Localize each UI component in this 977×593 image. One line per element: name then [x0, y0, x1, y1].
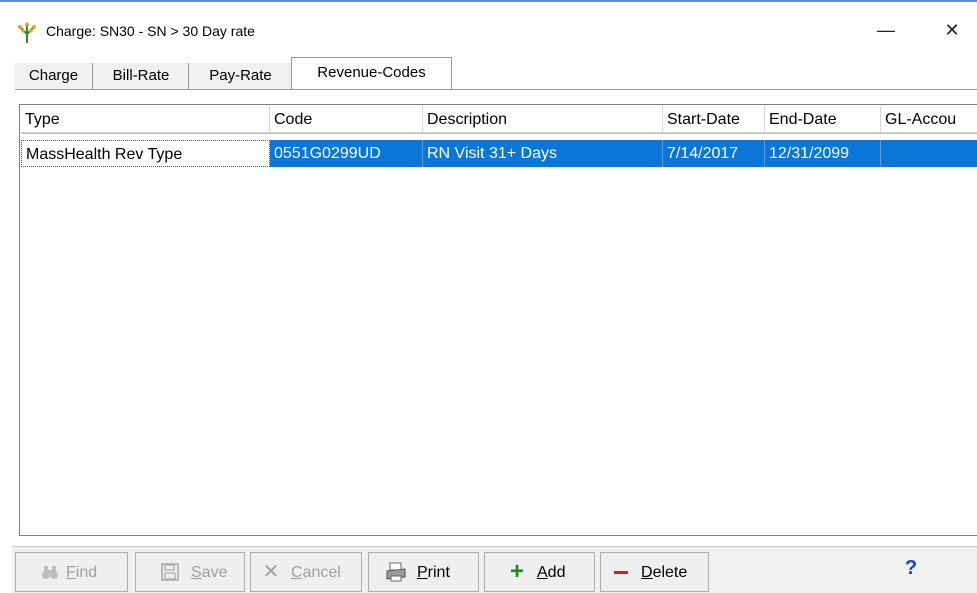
print-button[interactable]: Print — [368, 552, 479, 592]
add-label-mnemonic: A — [537, 564, 548, 581]
cell-gl-account[interactable] — [881, 140, 977, 167]
delete-label-mnemonic: D — [641, 564, 653, 581]
column-header-type[interactable]: Type — [21, 106, 270, 133]
save-label: ave — [201, 564, 228, 581]
x-icon: ✕ — [262, 561, 280, 583]
save-label-mnemonic: S — [191, 564, 202, 581]
column-header-end-date[interactable]: End-Date — [765, 106, 881, 133]
cell-code[interactable]: 0551G0299UD — [270, 140, 423, 167]
cancel-button[interactable]: ✕ Cancel — [250, 552, 362, 592]
find-label-mnemonic: F — [66, 564, 76, 581]
header-separator — [21, 133, 977, 134]
binoculars-icon — [40, 562, 60, 582]
find-label: ind — [75, 564, 98, 581]
column-header-code[interactable]: Code — [270, 106, 423, 133]
cell-start-date[interactable]: 7/14/2017 — [663, 140, 765, 167]
save-button[interactable]: Save — [135, 552, 245, 592]
cell-end-date[interactable]: 12/31/2099 — [765, 140, 881, 167]
cancel-label: ancel — [302, 564, 341, 581]
column-header-description[interactable]: Description — [423, 106, 663, 133]
add-label: dd — [547, 564, 566, 581]
cancel-label-mnemonic: C — [291, 564, 303, 581]
minimize-button[interactable]: — — [874, 18, 898, 42]
column-header-start-date[interactable]: Start-Date — [663, 106, 765, 133]
help-icon[interactable]: ? — [901, 558, 921, 578]
print-label: rint — [427, 564, 450, 581]
close-button[interactable]: ✕ — [940, 18, 964, 42]
floppy-icon — [160, 562, 180, 582]
delete-label: elete — [652, 564, 688, 581]
column-header-gl-account[interactable]: GL-Accou — [881, 106, 977, 133]
tab-revenue-codes[interactable]: Revenue-Codes — [291, 57, 452, 89]
printer-icon — [385, 562, 406, 582]
minus-icon — [611, 562, 631, 582]
tab-strip-baseline — [15, 89, 977, 90]
revenue-codes-grid[interactable] — [19, 104, 977, 536]
print-label-mnemonic: P — [417, 564, 428, 581]
plus-icon: + — [509, 558, 524, 585]
find-button[interactable]: Find — [15, 552, 128, 592]
tab-charge[interactable]: Charge — [15, 63, 92, 89]
delete-button[interactable]: Delete — [600, 552, 709, 592]
cell-description[interactable]: RN Visit 31+ Days — [423, 140, 663, 167]
cell-type[interactable]: MassHealth Rev Type — [21, 140, 270, 167]
tab-bill-rate[interactable]: Bill-Rate — [92, 63, 189, 89]
window-title: Charge: SN30 - SN > 30 Day rate — [46, 23, 255, 39]
add-button[interactable]: + Add — [484, 552, 595, 592]
tab-pay-rate[interactable]: Pay-Rate — [188, 63, 292, 89]
app-logo-icon — [18, 22, 36, 43]
